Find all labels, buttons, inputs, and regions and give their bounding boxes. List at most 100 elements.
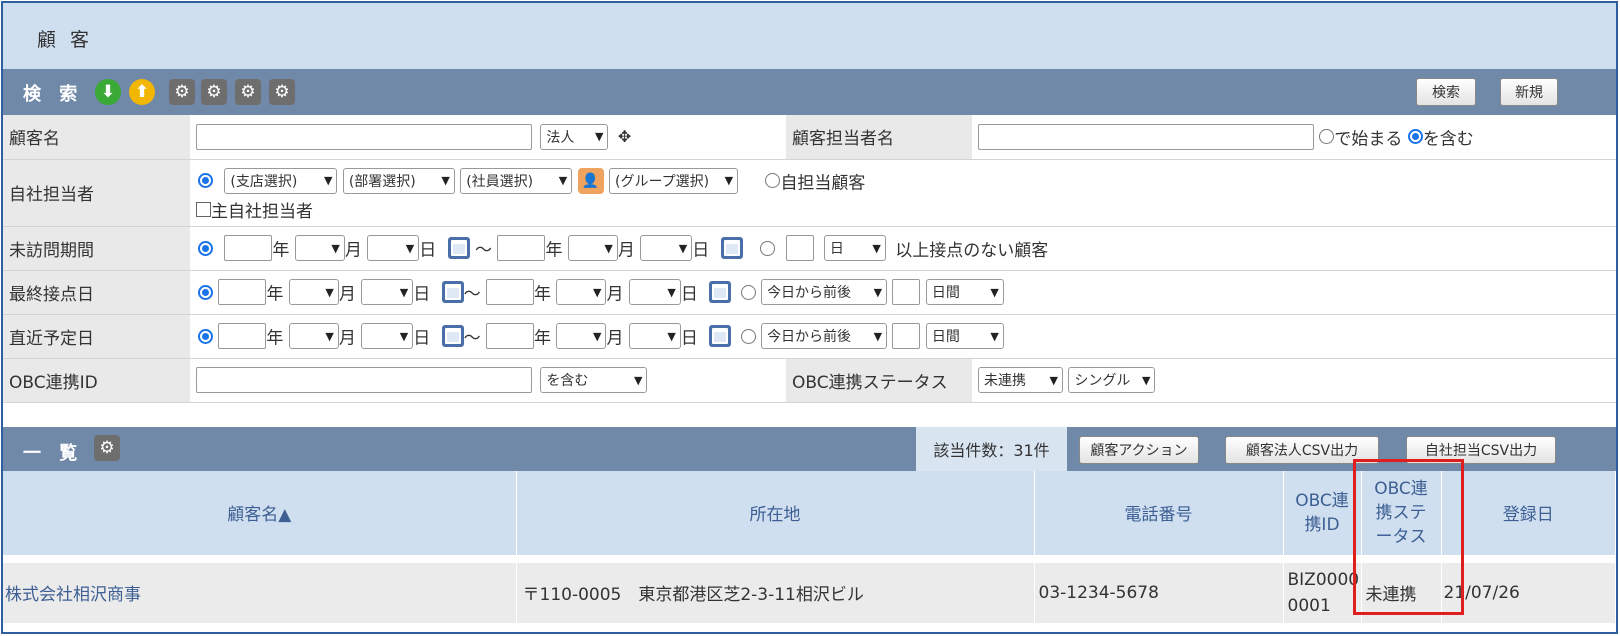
customer-name-link[interactable]: 株式会社相沢商事 bbox=[3, 562, 517, 623]
obc-mode-select[interactable]: シングル ▼ bbox=[1068, 367, 1156, 393]
calendar-icon[interactable] bbox=[441, 281, 464, 303]
col-registered[interactable]: 登録日 bbox=[1441, 470, 1616, 555]
new-button[interactable]: 新規 bbox=[1500, 78, 1558, 106]
last-contact-from-day-select[interactable]: ▼ bbox=[361, 279, 414, 305]
col-obc-id[interactable]: OBC連携ID bbox=[1283, 470, 1362, 555]
customer-rep-label: 顧客担当者名 bbox=[786, 115, 972, 160]
unvisited-days-input[interactable] bbox=[786, 235, 815, 261]
next-planned-period-select[interactable]: 日間 ▼ bbox=[925, 323, 1004, 349]
next-planned-relative-select[interactable]: 今日から前後 ▼ bbox=[761, 323, 888, 349]
next-planned-from-year-input[interactable] bbox=[218, 323, 267, 349]
next-planned-relative-radio[interactable] bbox=[740, 328, 756, 344]
own-rep-radio[interactable] bbox=[198, 173, 213, 188]
employee-select[interactable]: (社員選択) ▼ bbox=[460, 167, 573, 194]
day-label: 日 bbox=[419, 240, 437, 261]
calendar-icon[interactable] bbox=[709, 281, 732, 303]
unvisited-suffix-label: 以上接点のない顧客 bbox=[895, 240, 1049, 261]
next-planned-days-input[interactable] bbox=[892, 323, 921, 349]
phone-cell: 03-1234-5678 bbox=[1034, 562, 1284, 623]
next-planned-to-month-select[interactable]: ▼ bbox=[556, 323, 607, 349]
search-header: 検 索 ⬇ ⬆ ⚙ ⚙ ⚙ ⚙ 検索 新規 bbox=[3, 69, 1616, 115]
last-contact-relative-radio[interactable] bbox=[740, 284, 756, 300]
starts-with-label: で始まる bbox=[1334, 129, 1403, 150]
unvisited-from-year-input[interactable] bbox=[224, 235, 273, 261]
col-phone[interactable]: 電話番号 bbox=[1034, 470, 1284, 555]
result-count: 該当件数：31件 bbox=[916, 426, 1067, 471]
user-gear-icon[interactable]: ⚙ bbox=[201, 79, 227, 105]
customer-page: 顧 客 検 索 ⬇ ⬆ ⚙ ⚙ ⚙ ⚙ 検索 新規 顧客名 法人 ▼ ✥ 顧客担当… bbox=[1, 1, 1618, 634]
last-contact-relative-select[interactable]: 今日から前後 ▼ bbox=[761, 279, 888, 305]
last-contact-from-year-input[interactable] bbox=[218, 279, 267, 305]
calendar-icon[interactable] bbox=[447, 237, 470, 259]
own-customer-radio[interactable] bbox=[765, 173, 781, 188]
last-contact-to-day-select[interactable]: ▼ bbox=[628, 279, 681, 305]
month-label: 月 bbox=[338, 284, 356, 305]
search-form: 顧客名 法人 ▼ ✥ 顧客担当者名 で始まる を含む 自社担当者 (支店選択) ▼ … bbox=[3, 115, 1616, 403]
unvisited-from-day-select[interactable]: ▼ bbox=[367, 235, 420, 261]
customer-action-button[interactable]: 顧客アクション bbox=[1079, 435, 1199, 464]
last-contact-to-year-input[interactable] bbox=[486, 279, 535, 305]
search-button[interactable]: 検索 bbox=[1416, 78, 1476, 106]
col-address[interactable]: 所在地 bbox=[516, 470, 1035, 555]
cursor-icon: ✥ bbox=[617, 127, 632, 147]
next-planned-to-year-input[interactable] bbox=[486, 323, 535, 349]
address-cell: 〒110-0005 東京都港区芝2-3-11相沢ビル bbox=[516, 562, 1035, 623]
obc-id-input[interactable] bbox=[196, 367, 532, 393]
contains-radio[interactable] bbox=[1407, 129, 1423, 145]
obc-status-label: OBC連携ステータス bbox=[786, 358, 972, 403]
group-select[interactable]: (グループ選択) ▼ bbox=[609, 167, 739, 194]
unvisited-days-radio[interactable] bbox=[760, 240, 776, 256]
upload-arrow-icon[interactable]: ⬆ bbox=[129, 79, 155, 105]
gear-icon[interactable]: ⚙ bbox=[94, 434, 120, 461]
download-arrow-icon[interactable]: ⬇ bbox=[95, 79, 121, 105]
month-label: 月 bbox=[338, 328, 356, 349]
last-contact-date-radio[interactable] bbox=[198, 284, 213, 300]
unvisited-unit-select[interactable]: 日 ▼ bbox=[823, 235, 886, 261]
edit-gear-icon[interactable]: ⚙ bbox=[269, 79, 295, 105]
year-label: 年 bbox=[266, 284, 284, 305]
year-label: 年 bbox=[534, 328, 552, 349]
tilde-label: 〜 bbox=[475, 240, 493, 261]
next-planned-to-day-select[interactable]: ▼ bbox=[628, 323, 681, 349]
calendar-icon[interactable] bbox=[720, 237, 743, 259]
month-label: 月 bbox=[606, 328, 624, 349]
col-name[interactable]: 顧客名▲ bbox=[3, 470, 517, 555]
year-label: 年 bbox=[266, 328, 284, 349]
unvisited-date-radio[interactable] bbox=[198, 240, 213, 256]
month-label: 月 bbox=[617, 240, 635, 261]
unvisited-from-month-select[interactable]: ▼ bbox=[294, 235, 345, 261]
corp-type-select[interactable]: 法人 ▼ bbox=[540, 123, 609, 150]
year-label: 年 bbox=[534, 284, 552, 305]
registered-cell: 21/07/26 bbox=[1441, 562, 1616, 623]
last-contact-days-input[interactable] bbox=[892, 279, 921, 305]
customer-rep-input[interactable] bbox=[978, 123, 1314, 150]
last-contact-to-month-select[interactable]: ▼ bbox=[556, 279, 607, 305]
starts-with-radio[interactable] bbox=[1319, 129, 1335, 145]
next-planned-date-radio[interactable] bbox=[198, 328, 213, 344]
next-planned-from-month-select[interactable]: ▼ bbox=[288, 323, 339, 349]
search-gear-icon[interactable]: ⚙ bbox=[235, 79, 261, 105]
main-rep-checkbox[interactable] bbox=[196, 201, 211, 217]
unvisited-to-day-select[interactable]: ▼ bbox=[640, 235, 693, 261]
last-contact-from-month-select[interactable]: ▼ bbox=[288, 279, 339, 305]
day-label: 日 bbox=[680, 328, 698, 349]
customer-name-label: 顧客名 bbox=[3, 115, 190, 160]
next-planned-label: 直近予定日 bbox=[3, 314, 190, 359]
customer-name-input[interactable] bbox=[196, 123, 532, 150]
calendar-icon[interactable] bbox=[709, 325, 732, 347]
obc-status-select[interactable]: 未連携 ▼ bbox=[978, 367, 1063, 393]
page-title: 顧 客 bbox=[3, 3, 1616, 69]
obc-id-match-select[interactable]: を含む ▼ bbox=[540, 367, 648, 393]
dept-select[interactable]: (部署選択) ▼ bbox=[342, 167, 455, 194]
calendar-icon[interactable] bbox=[441, 325, 464, 347]
unvisited-to-year-input[interactable] bbox=[497, 235, 546, 261]
obc-id-label: OBC連携ID bbox=[3, 358, 190, 403]
branch-select[interactable]: (支店選択) ▼ bbox=[224, 167, 338, 194]
unvisited-to-month-select[interactable]: ▼ bbox=[567, 235, 618, 261]
tilde-label: 〜 bbox=[463, 328, 481, 349]
gear-icon[interactable]: ⚙ bbox=[169, 79, 195, 105]
person-icon[interactable]: 👤 bbox=[577, 167, 604, 194]
last-contact-period-select[interactable]: 日間 ▼ bbox=[925, 279, 1004, 305]
year-label: 年 bbox=[545, 240, 563, 261]
next-planned-from-day-select[interactable]: ▼ bbox=[361, 323, 414, 349]
